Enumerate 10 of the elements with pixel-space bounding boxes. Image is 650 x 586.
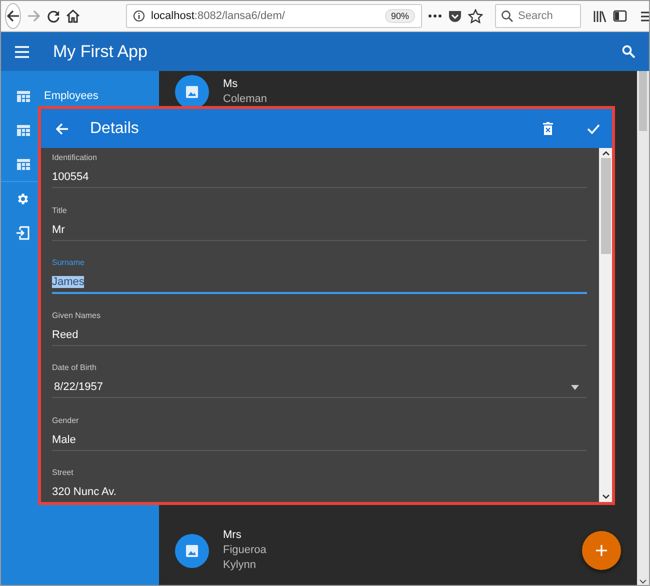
field-label: Street	[52, 467, 74, 479]
field-label: Title	[52, 204, 68, 216]
app-title: My First App	[53, 42, 148, 62]
field-label: Date of Birth	[52, 362, 98, 374]
dialog-title: Details	[90, 120, 140, 138]
field-label: Given Names	[52, 310, 102, 322]
field-label: Identification	[52, 152, 98, 164]
field-label: Gender	[52, 414, 80, 426]
field-label: Surname	[52, 257, 86, 269]
url-text: localhost:8082/lansa6/dem/	[151, 10, 286, 22]
